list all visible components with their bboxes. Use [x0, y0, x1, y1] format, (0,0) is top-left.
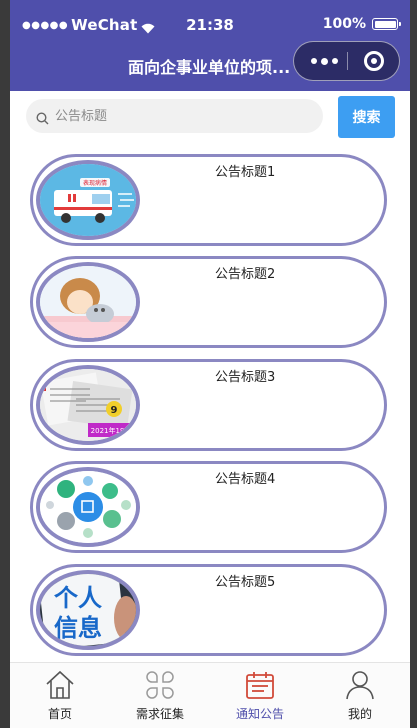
notice-thumbnail: 个人 信息 [36, 570, 140, 650]
more-options-icon[interactable] [302, 42, 346, 80]
search-button[interactable]: 搜索 [338, 96, 395, 138]
person-icon [344, 669, 376, 701]
notice-card[interactable]: 表现病情 公告标题1 [30, 154, 387, 246]
search-bar: 搜索 [10, 91, 410, 144]
battery-icon [372, 18, 401, 30]
notice-title: 公告标题3 [215, 370, 276, 385]
page-title: 面向企事业单位的项... [128, 58, 291, 77]
tab-label: 通知公告 [235, 707, 284, 721]
calendar-icon [244, 669, 276, 701]
bottom-tab-bar: 首页 需求征集 通知公告 我的 [10, 662, 410, 728]
capsule-divider [347, 52, 348, 70]
battery-status: 100% [322, 16, 401, 32]
search-input[interactable] [55, 108, 295, 124]
notice-title: 公告标题5 [215, 575, 276, 590]
home-icon [44, 669, 76, 701]
notice-card[interactable]: 公告标题2 [30, 256, 387, 348]
search-icon [36, 110, 49, 124]
tab-label: 首页 [47, 707, 72, 721]
notice-card[interactable]: 公告标题4 [30, 461, 387, 553]
tab-mine[interactable]: 我的 [310, 663, 410, 728]
close-program-icon[interactable] [364, 51, 384, 71]
notice-thumbnail [36, 467, 140, 547]
search-field[interactable] [26, 99, 323, 133]
tab-home[interactable]: 首页 [10, 663, 110, 728]
tab-demand-collection[interactable]: 需求征集 [110, 663, 210, 728]
notice-thumbnail: 9 2021年1963 [36, 365, 140, 445]
notice-title: 公告标题2 [215, 267, 276, 282]
tab-label: 我的 [347, 707, 372, 721]
notice-card[interactable]: 9 2021年1963 公告标题3 [30, 359, 387, 451]
notice-title: 公告标题1 [215, 165, 276, 180]
status-bar: ●●●●● WeChat 21:38 100% [10, 0, 410, 40]
newspaper-caption-text: 2021年1963 [91, 426, 134, 435]
notice-thumbnail: 表现病情 [36, 160, 140, 240]
ambulance-sign-text: 表现病情 [83, 179, 107, 187]
notice-thumbnail [36, 262, 140, 342]
tab-notices[interactable]: 通知公告 [210, 663, 310, 728]
notice-card[interactable]: 个人 信息 公告标题5 [30, 564, 387, 656]
app-header: ●●●●● WeChat 21:38 100% 面向企事业单位的项... [10, 0, 410, 91]
personal-info-line2: 信息 [54, 614, 102, 642]
mini-program-capsule [293, 41, 400, 81]
personal-info-line1: 个人 [54, 584, 102, 612]
battery-percent: 100% [322, 16, 366, 32]
notice-title: 公告标题4 [215, 472, 276, 487]
tab-label: 需求征集 [135, 707, 184, 721]
grid-icon [144, 669, 176, 701]
phone-screen: ●●●●● WeChat 21:38 100% 面向企事业单位的项... 公告标… [10, 0, 410, 728]
svg-text:9: 9 [111, 405, 118, 416]
